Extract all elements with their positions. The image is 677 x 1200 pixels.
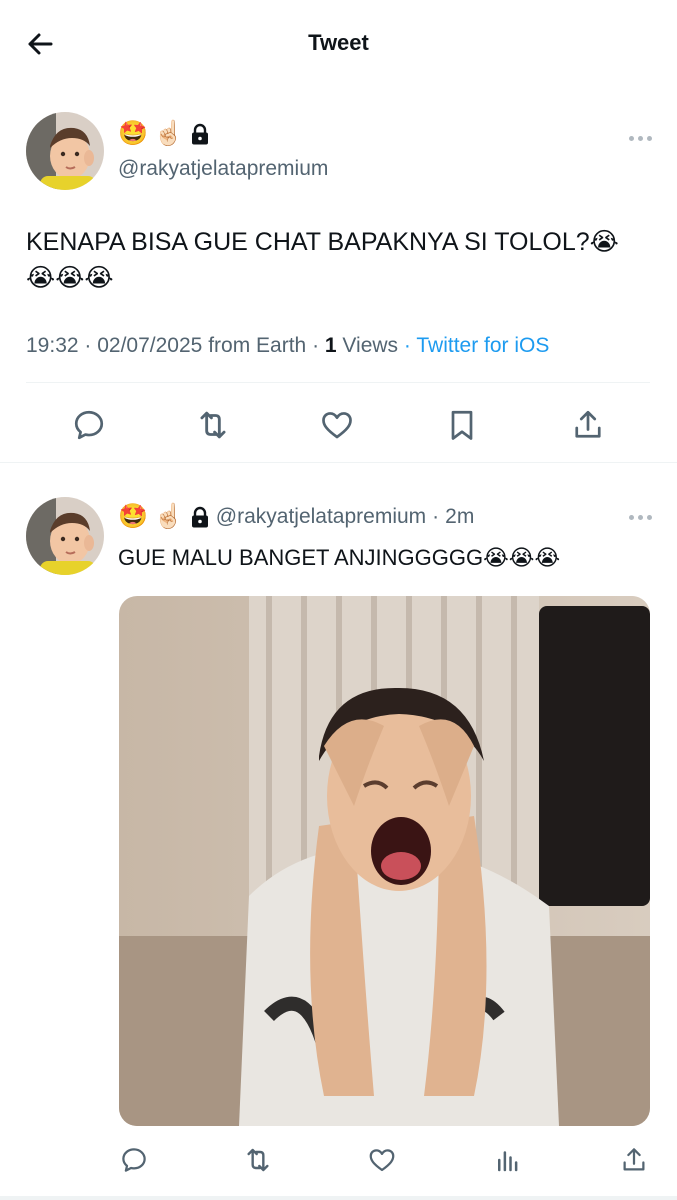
reply-icon [74, 410, 104, 440]
lock-icon [190, 506, 210, 528]
like-button[interactable] [364, 1142, 400, 1178]
user-badges: 🤩 ☝🏻 [118, 120, 210, 148]
emoji-badge: ☝🏻 [153, 120, 184, 147]
lock-icon [190, 123, 210, 145]
meta-separator: · [403, 334, 417, 357]
divider [0, 1196, 677, 1200]
more-dot [629, 515, 634, 520]
crying-meme-photo [119, 596, 650, 1126]
emoji-badge: ☝🏻 [153, 503, 184, 530]
tweet-text: GUE MALU BANGET ANJINGGGGG😭😭😭 [118, 545, 561, 570]
more-dot [638, 136, 643, 141]
meta-separator: · [312, 334, 325, 357]
more-dot [647, 136, 652, 141]
views-label: Views [342, 334, 399, 357]
user-handle[interactable]: @rakyatjelatapremium [216, 505, 426, 529]
tweet-time: 19:32 [26, 334, 79, 357]
reply-button[interactable] [68, 404, 110, 446]
more-dot [647, 515, 652, 520]
share-button[interactable] [616, 1142, 652, 1178]
avatar-image [26, 112, 104, 190]
page-title: Tweet [308, 30, 369, 55]
views-button[interactable] [490, 1142, 526, 1178]
share-icon [575, 410, 601, 438]
more-dot [629, 136, 634, 141]
user-handle[interactable]: @rakyatjelatapremium [118, 157, 328, 181]
bookmark-button[interactable] [441, 404, 483, 446]
retweet-icon [200, 411, 226, 439]
avatar-image [26, 497, 104, 575]
avatar[interactable] [26, 112, 104, 190]
tweet-meta: 19:32 · 02/07/2025 from Earth · 1 Views … [26, 334, 549, 358]
reply-button[interactable] [116, 1142, 152, 1178]
views-icon [498, 1151, 518, 1172]
divider [0, 462, 677, 463]
meta-separator: · [84, 334, 98, 357]
more-options-button[interactable] [629, 515, 652, 520]
tweet-date: 02/07/2025 [97, 334, 203, 357]
tweet-media-image[interactable] [119, 596, 650, 1126]
share-button[interactable] [567, 404, 609, 446]
retweet-button[interactable] [240, 1142, 276, 1178]
retweet-button[interactable] [192, 404, 234, 446]
emoji-badge: 🤩 [118, 503, 148, 530]
tweet-location: from Earth [208, 334, 307, 357]
views-count: 1 [324, 334, 337, 357]
retweet-icon [247, 1148, 269, 1172]
reply-header: 🤩 ☝🏻 @rakyatjelatapremium · 2m [118, 502, 474, 531]
avatar[interactable] [26, 497, 104, 575]
more-options-button[interactable] [629, 136, 652, 141]
reply-icon [122, 1148, 146, 1172]
client-link[interactable]: Twitter for iOS [416, 334, 549, 357]
bookmark-icon [451, 410, 473, 440]
emoji-badge: 🤩 [118, 120, 148, 147]
tweet-time: 2m [445, 504, 475, 528]
meta-separator: · [432, 504, 440, 528]
more-dot [638, 515, 643, 520]
divider [26, 382, 650, 383]
tweet-text: KENAPA BISA GUE CHAT BAPAKNYA SI TOLOL?😭… [26, 228, 619, 292]
top-bar: Tweet [0, 0, 677, 88]
share-icon [623, 1148, 645, 1171]
like-button[interactable] [316, 404, 358, 446]
like-icon [322, 412, 352, 439]
like-icon [369, 1149, 395, 1172]
